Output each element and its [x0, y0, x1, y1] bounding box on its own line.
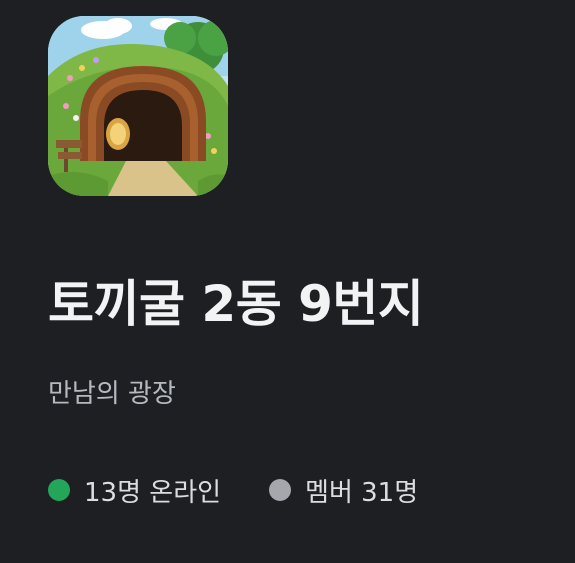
server-stats: 13명 온라인 멤버 31명 [48, 470, 418, 510]
member-status-dot-icon [269, 479, 292, 501]
server-icon[interactable] [48, 16, 228, 196]
member-count-label: 멤버 31명 [305, 477, 419, 508]
server-name: 토끼굴 2동 9번지 [48, 275, 424, 333]
rabbit-hole-door-icon [48, 16, 228, 196]
online-count: 13명 온라인 [48, 472, 221, 509]
server-description: 만남의 광장 [48, 379, 176, 409]
online-count-label: 13명 온라인 [84, 477, 222, 508]
server-invite-card: 토끼굴 2동 9번지 만남의 광장 13명 온라인 멤버 31명 [0, 0, 575, 563]
online-status-dot-icon [48, 479, 70, 501]
member-count: 멤버 31명 [269, 472, 418, 509]
